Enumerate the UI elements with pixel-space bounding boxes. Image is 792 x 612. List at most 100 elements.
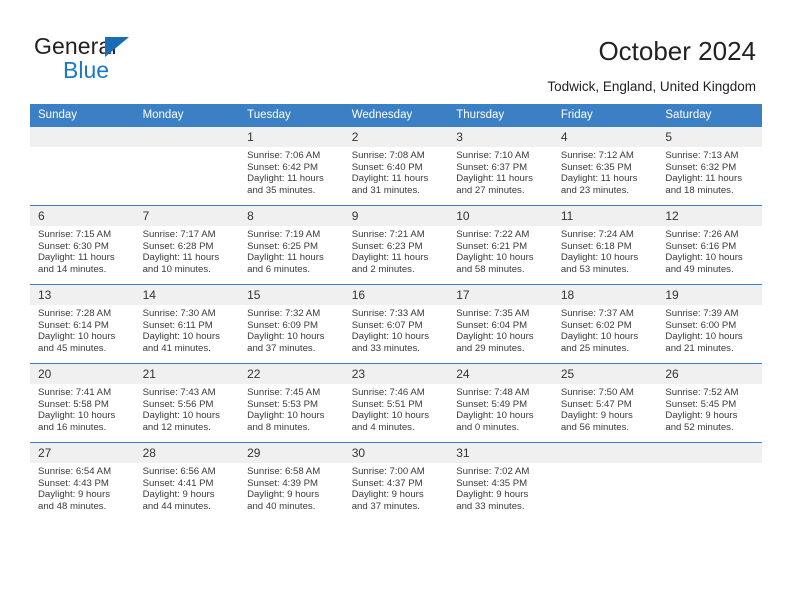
- daylight-text: Daylight: 10 hours and 12 minutes.: [142, 410, 220, 433]
- sunset-text: Sunset: 6:18 PM: [560, 240, 632, 252]
- day-details: Sunrise: 7:15 AM Sunset: 6:30 PM Daylight:…: [30, 226, 135, 275]
- weekday-header-friday: Friday: [552, 104, 658, 127]
- sunrise-text: Sunrise: 7:15 AM: [38, 229, 112, 240]
- sunset-text: Sunset: 6:25 PM: [247, 240, 319, 252]
- calendar-day-cell[interactable]: 1 Sunrise: 7:06 AM Sunset: 6:42 PM Daylight…: [239, 126, 344, 206]
- calendar-day-cell[interactable]: 13 Sunrise: 7:28 AM Sunset: 6:14 PM Dayligh…: [30, 284, 135, 364]
- day-number: 3: [448, 127, 553, 147]
- calendar-day-cell[interactable]: 24 Sunrise: 7:48 AM Sunset: 5:49 PM Dayligh…: [448, 363, 553, 443]
- day-number: 31: [448, 443, 553, 463]
- calendar-day-cell[interactable]: 30 Sunrise: 7:00 AM Sunset: 4:37 PM Dayligh…: [343, 442, 449, 521]
- calendar-day-cell[interactable]: 26 Sunrise: 7:52 AM Sunset: 5:45 PM Dayligh…: [657, 363, 762, 443]
- day-details: Sunrise: 7:08 AM Sunset: 6:40 PM Daylight:…: [344, 147, 449, 196]
- sunrise-text: Sunrise: 6:58 AM: [247, 466, 321, 477]
- day-details: Sunrise: 7:02 AM Sunset: 4:35 PM Daylight:…: [448, 463, 553, 512]
- calendar-day-cell[interactable]: 10 Sunrise: 7:22 AM Sunset: 6:21 PM Dayligh…: [448, 205, 553, 285]
- calendar-day-cell[interactable]: 6 Sunrise: 7:15 AM Sunset: 6:30 PM Daylight…: [30, 205, 135, 285]
- calendar-day-cell[interactable]: 12 Sunrise: 7:26 AM Sunset: 6:16 PM Dayligh…: [657, 205, 762, 285]
- daylight-text: Daylight: 10 hours and 4 minutes.: [351, 410, 430, 433]
- sunrise-text: Sunrise: 7:50 AM: [560, 387, 634, 398]
- day-details: Sunrise: 7:26 AM Sunset: 6:16 PM Daylight:…: [657, 226, 762, 275]
- sunset-text: Sunset: 5:45 PM: [665, 398, 737, 410]
- day-number: 14: [134, 285, 240, 305]
- calendar-day-cell[interactable]: 14 Sunrise: 7:30 AM Sunset: 6:11 PM Dayligh…: [134, 284, 240, 364]
- day-number: 1: [239, 127, 344, 147]
- calendar-day-cell[interactable]: 21 Sunrise: 7:43 AM Sunset: 5:56 PM Dayligh…: [134, 363, 240, 443]
- day-details: Sunrise: 7:52 AM Sunset: 5:45 PM Daylight:…: [657, 384, 762, 433]
- calendar-day-cell-empty: [134, 126, 240, 206]
- calendar-day-cell[interactable]: 16 Sunrise: 7:33 AM Sunset: 6:07 PM Dayligh…: [343, 284, 449, 364]
- calendar-day-cell[interactable]: 4 Sunrise: 7:12 AM Sunset: 6:35 PM Daylight…: [552, 126, 658, 206]
- calendar-day-cell[interactable]: 22 Sunrise: 7:45 AM Sunset: 5:53 PM Dayligh…: [239, 363, 344, 443]
- sunset-text: Sunset: 4:43 PM: [38, 477, 109, 489]
- calendar-day-cell[interactable]: 31 Sunrise: 7:02 AM Sunset: 4:35 PM Dayligh…: [448, 442, 553, 521]
- calendar-day-cell[interactable]: 9 Sunrise: 7:21 AM Sunset: 6:23 PM Daylight…: [343, 205, 449, 285]
- sunset-text: Sunset: 6:04 PM: [456, 319, 528, 331]
- day-number: 18: [552, 285, 658, 305]
- sunset-text: Sunset: 5:56 PM: [142, 398, 214, 410]
- sunrise-text: Sunrise: 7:32 AM: [247, 308, 321, 319]
- calendar-day-cell[interactable]: 15 Sunrise: 7:32 AM Sunset: 6:09 PM Dayligh…: [239, 284, 344, 364]
- calendar-day-cell[interactable]: 28 Sunrise: 6:56 AM Sunset: 4:41 PM Dayligh…: [134, 442, 240, 521]
- day-details: Sunrise: 7:19 AM Sunset: 6:25 PM Daylight:…: [239, 226, 344, 275]
- weekday-header-wednesday: Wednesday: [343, 104, 449, 127]
- day-number: 28: [134, 443, 240, 463]
- calendar-day-cell[interactable]: 8 Sunrise: 7:19 AM Sunset: 6:25 PM Daylight…: [239, 205, 344, 285]
- day-details: Sunrise: 7:06 AM Sunset: 6:42 PM Daylight:…: [239, 147, 344, 196]
- calendar-day-cell[interactable]: 5 Sunrise: 7:13 AM Sunset: 6:32 PM Daylight…: [657, 126, 762, 206]
- sunrise-text: Sunrise: 7:10 AM: [456, 150, 530, 161]
- daylight-text: Daylight: 10 hours and 58 minutes.: [456, 252, 534, 275]
- day-number: 12: [657, 206, 762, 226]
- calendar-day-cell[interactable]: 23 Sunrise: 7:46 AM Sunset: 5:51 PM Dayligh…: [343, 363, 449, 443]
- calendar-day-cell[interactable]: 2 Sunrise: 7:08 AM Sunset: 6:40 PM Daylight…: [343, 126, 449, 206]
- day-details: Sunrise: 7:10 AM Sunset: 6:37 PM Daylight:…: [448, 147, 553, 196]
- day-details: Sunrise: 7:32 AM Sunset: 6:09 PM Daylight:…: [239, 305, 344, 354]
- calendar-day-cell[interactable]: 29 Sunrise: 6:58 AM Sunset: 4:39 PM Dayligh…: [239, 442, 344, 521]
- day-number: 26: [657, 364, 762, 384]
- calendar-day-cell[interactable]: 11 Sunrise: 7:24 AM Sunset: 6:18 PM Dayligh…: [552, 205, 658, 285]
- calendar-day-cell-empty: [30, 126, 135, 206]
- logo-triangle-icon: [105, 37, 129, 57]
- sunset-text: Sunset: 5:47 PM: [560, 398, 632, 410]
- day-number: 5: [657, 127, 762, 147]
- sunset-text: Sunset: 6:00 PM: [665, 319, 737, 331]
- sunrise-text: Sunrise: 7:52 AM: [665, 387, 739, 398]
- calendar-day-cell[interactable]: 18 Sunrise: 7:37 AM Sunset: 6:02 PM Dayligh…: [552, 284, 658, 364]
- daylight-text: Daylight: 11 hours and 2 minutes.: [351, 252, 429, 275]
- sunrise-text: Sunrise: 6:56 AM: [142, 466, 216, 477]
- day-details: Sunrise: 7:35 AM Sunset: 6:04 PM Daylight:…: [448, 305, 553, 354]
- day-number: 6: [30, 206, 135, 226]
- sunset-text: Sunset: 6:23 PM: [351, 240, 423, 252]
- calendar-day-cell[interactable]: 20 Sunrise: 7:41 AM Sunset: 5:58 PM Dayligh…: [30, 363, 135, 443]
- sunset-text: Sunset: 6:37 PM: [456, 161, 528, 173]
- weekday-header-thursday: Thursday: [448, 104, 553, 127]
- sunset-text: Sunset: 4:41 PM: [142, 477, 214, 489]
- calendar-day-cell[interactable]: 27 Sunrise: 6:54 AM Sunset: 4:43 PM Dayligh…: [30, 442, 135, 521]
- calendar-week-row: 20 Sunrise: 7:41 AM Sunset: 5:58 PM Dayligh…: [30, 363, 762, 443]
- weekday-header-tuesday: Tuesday: [239, 104, 344, 127]
- sunset-text: Sunset: 6:28 PM: [142, 240, 214, 252]
- calendar-day-cell[interactable]: 19 Sunrise: 7:39 AM Sunset: 6:00 PM Dayligh…: [657, 284, 762, 364]
- daylight-text: Daylight: 10 hours and 45 minutes.: [38, 331, 116, 354]
- calendar-day-cell[interactable]: 7 Sunrise: 7:17 AM Sunset: 6:28 PM Daylight…: [134, 205, 240, 285]
- logo-text-blue: Blue: [63, 57, 110, 83]
- day-number: [134, 127, 240, 147]
- sunset-text: Sunset: 6:11 PM: [142, 319, 213, 331]
- sunrise-text: Sunrise: 7:46 AM: [351, 387, 425, 398]
- sunrise-text: Sunrise: 7:33 AM: [351, 308, 425, 319]
- calendar-day-cell[interactable]: 17 Sunrise: 7:35 AM Sunset: 6:04 PM Dayligh…: [448, 284, 553, 364]
- sunrise-sunset-calendar-table: Sunday Monday Tuesday Wednesday Thursday…: [30, 104, 762, 521]
- day-number: 4: [552, 127, 658, 147]
- daylight-text: Daylight: 10 hours and 33 minutes.: [351, 331, 430, 354]
- sunrise-text: Sunrise: 7:41 AM: [38, 387, 112, 398]
- calendar-day-cell[interactable]: 3 Sunrise: 7:10 AM Sunset: 6:37 PM Daylight…: [448, 126, 553, 206]
- calendar-day-cell[interactable]: 25 Sunrise: 7:50 AM Sunset: 5:47 PM Dayligh…: [552, 363, 658, 443]
- day-number: [552, 443, 658, 463]
- sunset-text: Sunset: 5:49 PM: [456, 398, 528, 410]
- page-subtitle-location: Todwick, England, United Kingdom: [547, 79, 756, 94]
- calendar-page: General Blue October 2024 Todwick, Engla…: [0, 0, 792, 612]
- sunrise-text: Sunrise: 7:19 AM: [247, 229, 321, 240]
- day-details: Sunrise: 7:00 AM Sunset: 4:37 PM Daylight:…: [344, 463, 449, 512]
- day-number: 20: [30, 364, 135, 384]
- calendar-week-row: 1 Sunrise: 7:06 AM Sunset: 6:42 PM Daylight…: [30, 126, 762, 206]
